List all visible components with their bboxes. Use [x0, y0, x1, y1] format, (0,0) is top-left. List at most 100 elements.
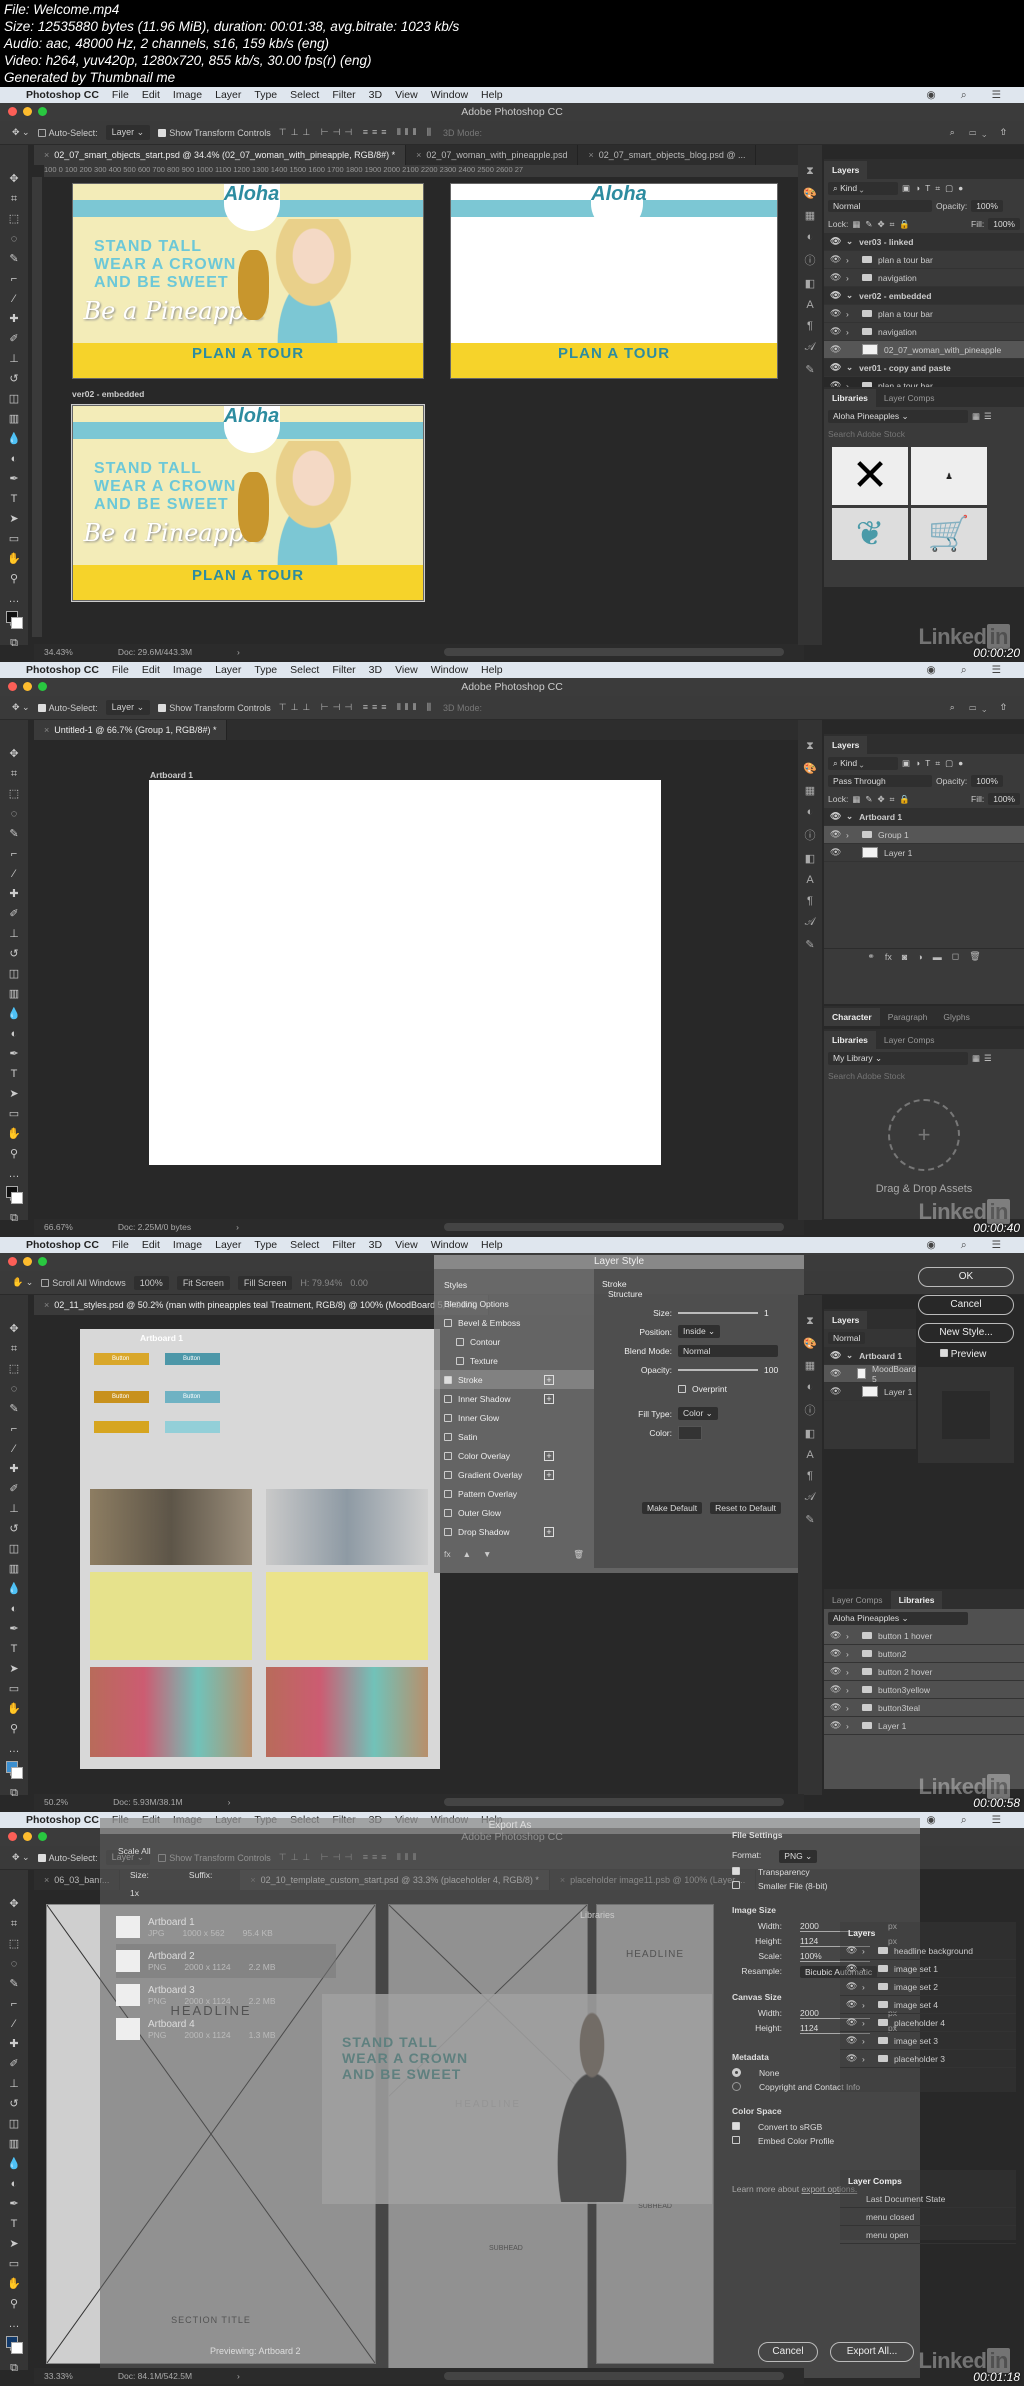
menu-filter[interactable]: Filter — [332, 89, 355, 101]
more-tools-icon[interactable]: … — [5, 2316, 23, 2332]
history-icon[interactable]: ⧗ — [806, 165, 814, 178]
menu-type[interactable]: Type — [254, 1239, 277, 1251]
transparency-checkbox[interactable] — [732, 1867, 740, 1875]
expand-arrow-icon[interactable]: › — [846, 1703, 856, 1713]
button-yellow-hover[interactable]: Button — [94, 1353, 149, 1365]
move-tool-icon[interactable]: ✥ ⌄ — [12, 1852, 30, 1863]
marquee-tool-icon[interactable]: ⬚ — [5, 1361, 23, 1377]
tab-character[interactable]: Character — [824, 1008, 880, 1026]
visibility-eye-icon[interactable]: 👁 — [830, 829, 841, 840]
more-tools-icon[interactable]: … — [5, 1166, 23, 1182]
notification-list-icon[interactable]: ☰ — [992, 89, 1001, 102]
move-tool-icon[interactable]: ✥ — [5, 1321, 23, 1337]
quick-select-icon[interactable]: ✎ — [5, 826, 23, 842]
close-tab-icon[interactable]: × — [416, 150, 421, 160]
layer-row[interactable]: 👁 02_07_woman_with_pineapple — [824, 341, 1024, 359]
size-slider[interactable] — [678, 1311, 758, 1314]
tab-layers[interactable]: Layers — [824, 161, 868, 179]
expand-arrow-icon[interactable]: › — [862, 1982, 872, 1992]
notification-list-icon[interactable]: ☰ — [992, 664, 1001, 677]
tab-layers[interactable]: Layers — [824, 1311, 868, 1329]
zoom-100-button[interactable]: 100% — [133, 1275, 169, 1290]
quick-select-icon[interactable]: ✎ — [5, 1976, 23, 1992]
photo-woman-yellow-2[interactable] — [266, 1572, 428, 1660]
artboard-export-row[interactable]: Artboard 4 PNG 2000 x 1124 1.3 MB — [116, 2012, 336, 2046]
visibility-eye-icon[interactable]: 👁 — [846, 2035, 857, 2046]
spotlight-search-icon[interactable]: ⌕ — [961, 1239, 967, 1252]
expand-chevron-icon[interactable]: ⌄ — [846, 1350, 853, 1361]
type-tool-icon[interactable]: T — [5, 1066, 23, 1082]
expand-arrow-icon[interactable]: › — [846, 1721, 856, 1731]
swatches-icon[interactable]: ▦ — [805, 784, 815, 797]
visibility-eye-icon[interactable]: 👁 — [830, 344, 841, 355]
effect-row[interactable]: Pattern Overlay — [434, 1484, 594, 1503]
asset-plant-icon[interactable]: ❦ — [832, 508, 908, 560]
eraser-icon[interactable]: ◫ — [5, 1541, 23, 1557]
more-tools-icon[interactable]: … — [5, 591, 23, 607]
visibility-eye-icon[interactable]: 👁 — [830, 326, 841, 337]
libraries-tab[interactable]: Libraries — [580, 1910, 615, 1920]
close-window-button[interactable] — [8, 1257, 17, 1266]
filter-icons[interactable]: ▣◑T⌗▢● — [902, 758, 968, 769]
effect-row[interactable]: Inner Glow — [434, 1408, 594, 1427]
effect-row[interactable]: Outer Glow — [434, 1503, 594, 1522]
visibility-eye-icon[interactable]: 👁 — [830, 272, 841, 283]
visibility-eye-icon[interactable]: 👁 — [830, 236, 841, 247]
layer-row[interactable]: 👁 › navigation — [824, 269, 1024, 287]
opacity-value[interactable]: 100 — [764, 1365, 778, 1375]
gradient-icon[interactable]: ▥ — [5, 411, 23, 427]
photo-man-pineapples[interactable] — [90, 1489, 252, 1565]
expand-arrow-icon[interactable]: › — [862, 1964, 872, 1974]
layer-row[interactable]: 👁 MoodBoard 5 — [824, 1364, 916, 1384]
button-teal-plain[interactable] — [165, 1421, 220, 1433]
banner-ver02[interactable]: Aloha STAND TALL WEAR A CROWN AND BE SWEET… — [71, 404, 425, 602]
new-style-button[interactable]: New Style... — [918, 1323, 1014, 1343]
crop-tool-icon[interactable]: ⌐ — [5, 1421, 23, 1437]
fx-icon[interactable]: fx — [444, 1549, 451, 1560]
expand-arrow-icon[interactable]: › — [862, 2054, 872, 2064]
blur-icon[interactable]: 💧 — [5, 1006, 23, 1022]
add-asset-icon[interactable]: + — [888, 1099, 960, 1171]
history-brush-icon[interactable]: ↺ — [5, 1521, 23, 1537]
type-tool-icon[interactable]: T — [5, 2216, 23, 2232]
menu-layer[interactable]: Layer — [215, 664, 241, 676]
effect-row[interactable]: Stroke + — [434, 1370, 594, 1389]
color-icon[interactable]: 🎨 — [803, 187, 817, 200]
tab-paragraph[interactable]: Paragraph — [880, 1008, 936, 1026]
fit-screen-button[interactable]: Fit Screen — [176, 1275, 230, 1290]
dodge-icon[interactable]: ◐ — [5, 2176, 23, 2192]
lock-icons[interactable]: ▦✎✥⌗🔒 — [852, 219, 915, 230]
visibility-eye-icon[interactable]: 👁 — [830, 1684, 841, 1695]
pen-tool-icon[interactable]: ✒ — [5, 2196, 23, 2212]
menu-image[interactable]: Image — [173, 664, 202, 676]
visibility-eye-icon[interactable]: 👁 — [830, 847, 841, 858]
hand-tool-icon[interactable]: ✋ — [5, 2276, 23, 2292]
tab-styles-psd[interactable]: × 02_11_styles.psd @ 50.2% (man with pine… — [34, 1295, 489, 1315]
effect-checkbox[interactable] — [444, 1413, 452, 1422]
tab-libraries[interactable]: Libraries — [890, 1591, 943, 1609]
zoom-window-button[interactable] — [38, 107, 47, 116]
horizontal-scrollbar[interactable] — [444, 1223, 784, 1231]
expand-arrow-icon[interactable]: › — [846, 273, 856, 283]
button-yellow-plain[interactable] — [94, 1421, 149, 1433]
lasso-tool-icon[interactable]: ◌ — [5, 1381, 23, 1397]
menu-app[interactable]: Photoshop CC — [26, 664, 99, 676]
eyedropper-icon[interactable]: ⁄ — [5, 1441, 23, 1457]
effect-checkbox[interactable] — [444, 1318, 452, 1327]
crop-tool-icon[interactable]: ⌐ — [5, 1996, 23, 2012]
close-tab-icon[interactable]: × — [44, 1875, 49, 1885]
lasso-tool-icon[interactable]: ◌ — [5, 231, 23, 247]
healing-icon[interactable]: ✚ — [5, 2036, 23, 2052]
export-all-button[interactable]: Export All... — [830, 2342, 914, 2362]
lasso-tool-icon[interactable]: ◌ — [5, 806, 23, 822]
tab-untitled-1[interactable]: × Untitled-1 @ 66.7% (Group 1, RGB/8#) * — [34, 720, 228, 740]
menu-layer[interactable]: Layer — [215, 89, 241, 101]
effect-row[interactable]: Color Overlay + — [434, 1446, 594, 1465]
layer-row[interactable]: 👁 ⌄ ver01 - copy and paste — [824, 359, 1024, 377]
show-transform-checkbox[interactable] — [158, 704, 167, 713]
move-tool-icon[interactable]: ✥ — [5, 171, 23, 187]
auto-select-checkbox[interactable] — [37, 704, 46, 713]
visibility-eye-icon[interactable]: 👁 — [830, 254, 841, 265]
artboard-export-row[interactable]: Artboard 2 PNG 2000 x 1124 2.2 MB — [116, 1944, 336, 1978]
align-buttons-icon[interactable]: ⊤⊥⊥ ⊢⊣⊣ ≡≡≡ ⫴⫴⫴ ⫼ — [279, 127, 435, 138]
